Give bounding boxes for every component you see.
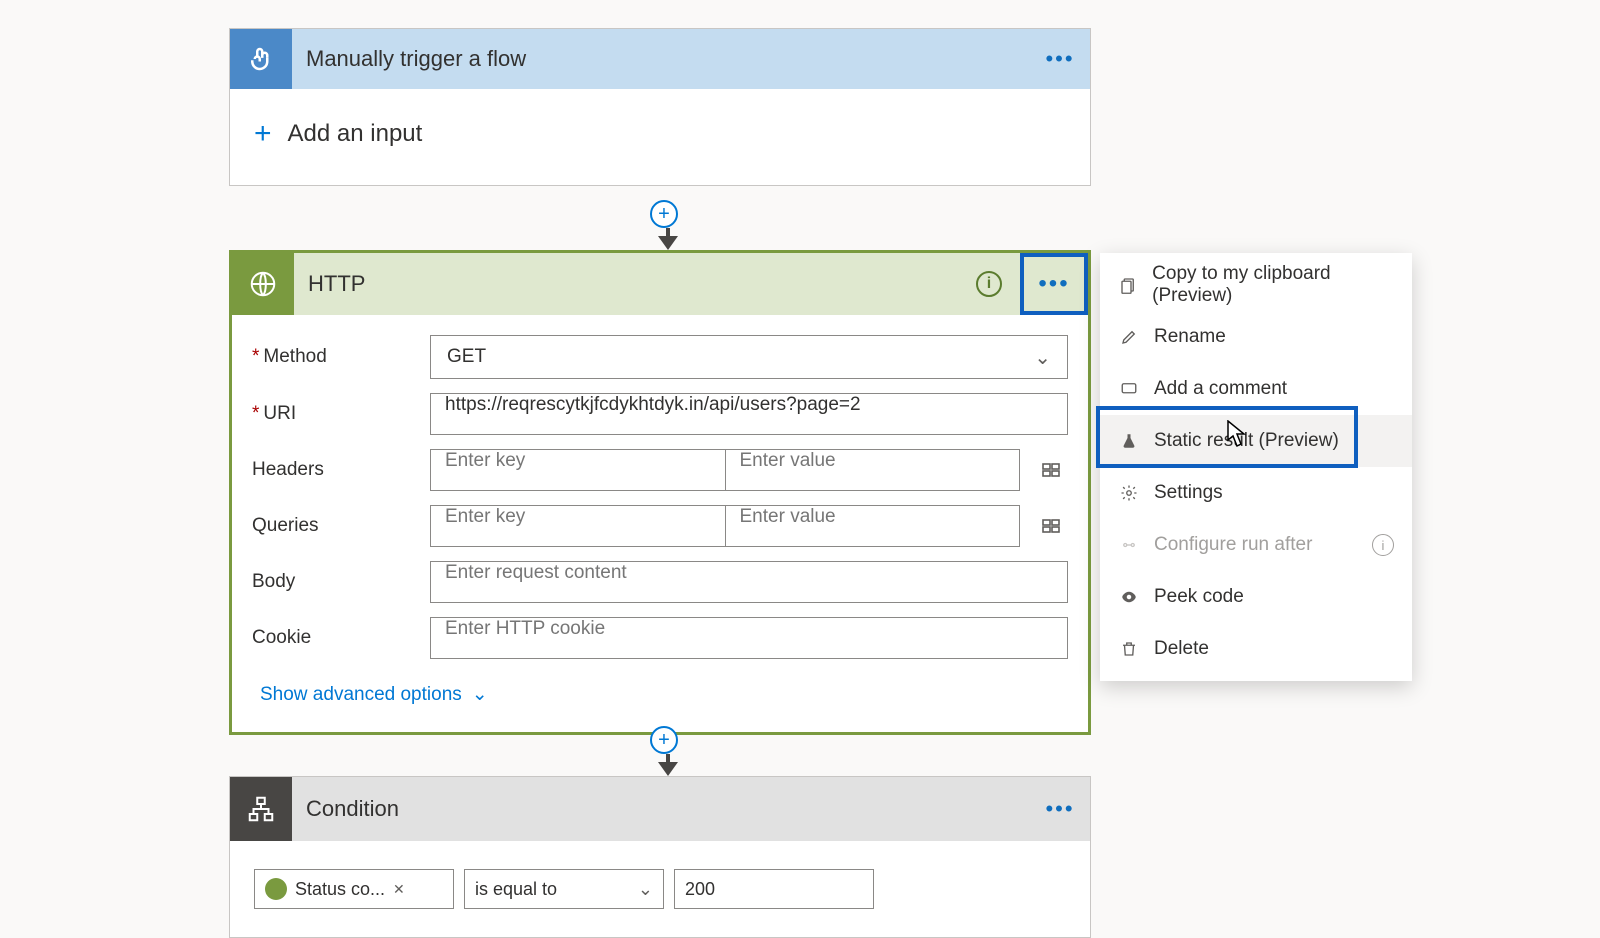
http-icon <box>232 253 294 315</box>
trigger-more-button[interactable]: ••• <box>1030 46 1090 72</box>
show-advanced-label: Show advanced options <box>260 684 462 706</box>
http-more-button[interactable]: ••• <box>1020 253 1088 315</box>
menu-label: Add a comment <box>1154 378 1287 400</box>
plus-icon: + <box>254 117 272 151</box>
cookie-input[interactable]: Enter HTTP cookie <box>430 617 1068 659</box>
condition-title: Condition <box>292 796 1030 822</box>
condition-operator-label: is equal to <box>475 879 557 900</box>
http-header[interactable]: HTTP i ••• <box>232 253 1088 315</box>
info-icon[interactable]: i <box>976 271 1002 297</box>
flask-icon <box>1118 430 1140 452</box>
queries-row: Queries Enter key Enter value <box>252 505 1068 547</box>
headers-label: Headers <box>252 459 430 481</box>
menu-label: Copy to my clipboard (Preview) <box>1152 263 1394 307</box>
eye-icon <box>1118 586 1140 608</box>
menu-static-result[interactable]: Static result (Preview) <box>1100 415 1412 467</box>
menu-settings[interactable]: Settings <box>1100 467 1412 519</box>
chevron-down-icon: ⌄ <box>472 683 488 706</box>
http-title: HTTP <box>294 271 976 297</box>
condition-body: Status co... ✕ is equal to ⌄ 200 <box>230 841 1090 937</box>
condition-field-token[interactable]: Status co... ✕ <box>254 869 454 909</box>
show-advanced-link[interactable]: Show advanced options ⌄ <box>252 673 1068 710</box>
method-select[interactable]: GET ⌄ <box>430 335 1068 379</box>
condition-field-label: Status co... <box>295 879 385 900</box>
condition-more-button[interactable]: ••• <box>1030 796 1090 822</box>
uri-input[interactable]: https://reqrescytkjfcdykhtdyk.in/api/use… <box>430 393 1068 435</box>
trigger-title: Manually trigger a flow <box>292 46 1030 72</box>
headers-row: Headers Enter key Enter value <box>252 449 1068 491</box>
queries-label: Queries <box>252 515 430 537</box>
add-step-button-2[interactable]: + <box>650 726 678 754</box>
method-value: GET <box>447 346 486 368</box>
http-context-menu: Copy to my clipboard (Preview) Rename Ad… <box>1100 253 1412 681</box>
menu-label: Rename <box>1154 326 1226 348</box>
condition-header[interactable]: Condition ••• <box>230 777 1090 841</box>
run-after-icon <box>1118 534 1140 556</box>
method-row: *Method GET ⌄ <box>252 335 1068 379</box>
queries-key-input[interactable]: Enter key <box>430 505 725 547</box>
menu-configure-run-after: Configure run after i <box>1100 519 1412 571</box>
menu-label: Static result (Preview) <box>1154 430 1339 452</box>
info-icon: i <box>1372 534 1394 556</box>
menu-add-comment[interactable]: Add a comment <box>1100 363 1412 415</box>
queries-value-input[interactable]: Enter value <box>725 505 1021 547</box>
condition-card: Condition ••• Status co... ✕ is equal to… <box>229 776 1091 938</box>
headers-value-input[interactable]: Enter value <box>725 449 1021 491</box>
trash-icon <box>1118 638 1140 660</box>
gear-icon <box>1118 482 1140 504</box>
condition-value-input[interactable]: 200 <box>674 869 874 909</box>
comment-icon <box>1118 378 1140 400</box>
trigger-header[interactable]: Manually trigger a flow ••• <box>230 29 1090 89</box>
trigger-card: Manually trigger a flow ••• + Add an inp… <box>229 28 1091 186</box>
condition-icon <box>230 777 292 841</box>
headers-toggle-button[interactable] <box>1034 453 1068 487</box>
menu-label: Peek code <box>1154 586 1244 608</box>
headers-key-input[interactable]: Enter key <box>430 449 725 491</box>
menu-label: Settings <box>1154 482 1223 504</box>
cookie-label: Cookie <box>252 627 430 649</box>
body-row: Body Enter request content <box>252 561 1068 603</box>
pencil-icon <box>1118 326 1140 348</box>
close-icon[interactable]: ✕ <box>393 881 405 898</box>
chevron-down-icon: ⌄ <box>1034 345 1051 370</box>
condition-value: 200 <box>685 879 715 900</box>
method-label: *Method <box>252 346 430 368</box>
menu-delete[interactable]: Delete <box>1100 623 1412 675</box>
http-token-icon <box>265 878 287 900</box>
add-input-label: Add an input <box>288 120 423 148</box>
menu-label: Delete <box>1154 638 1209 660</box>
menu-rename[interactable]: Rename <box>1100 311 1412 363</box>
add-input-button[interactable]: + Add an input <box>230 89 1090 185</box>
menu-copy-clipboard[interactable]: Copy to my clipboard (Preview) <box>1100 259 1412 311</box>
queries-toggle-button[interactable] <box>1034 509 1068 543</box>
arrow-down-icon-2 <box>658 762 678 776</box>
condition-operator-select[interactable]: is equal to ⌄ <box>464 869 664 909</box>
manual-trigger-icon <box>230 29 292 89</box>
chevron-down-icon: ⌄ <box>638 879 653 900</box>
http-card: HTTP i ••• *Method GET ⌄ *URI https://re… <box>229 250 1091 735</box>
arrow-down-icon-1 <box>658 236 678 250</box>
http-body: *Method GET ⌄ *URI https://reqrescytkjfc… <box>232 315 1088 732</box>
cookie-row: Cookie Enter HTTP cookie <box>252 617 1068 659</box>
body-input[interactable]: Enter request content <box>430 561 1068 603</box>
body-label: Body <box>252 571 430 593</box>
add-step-button-1[interactable]: + <box>650 200 678 228</box>
clipboard-icon <box>1118 274 1138 296</box>
uri-row: *URI https://reqrescytkjfcdykhtdyk.in/ap… <box>252 393 1068 435</box>
menu-label: Configure run after <box>1154 534 1312 556</box>
uri-label: *URI <box>252 403 430 425</box>
menu-peek-code[interactable]: Peek code <box>1100 571 1412 623</box>
